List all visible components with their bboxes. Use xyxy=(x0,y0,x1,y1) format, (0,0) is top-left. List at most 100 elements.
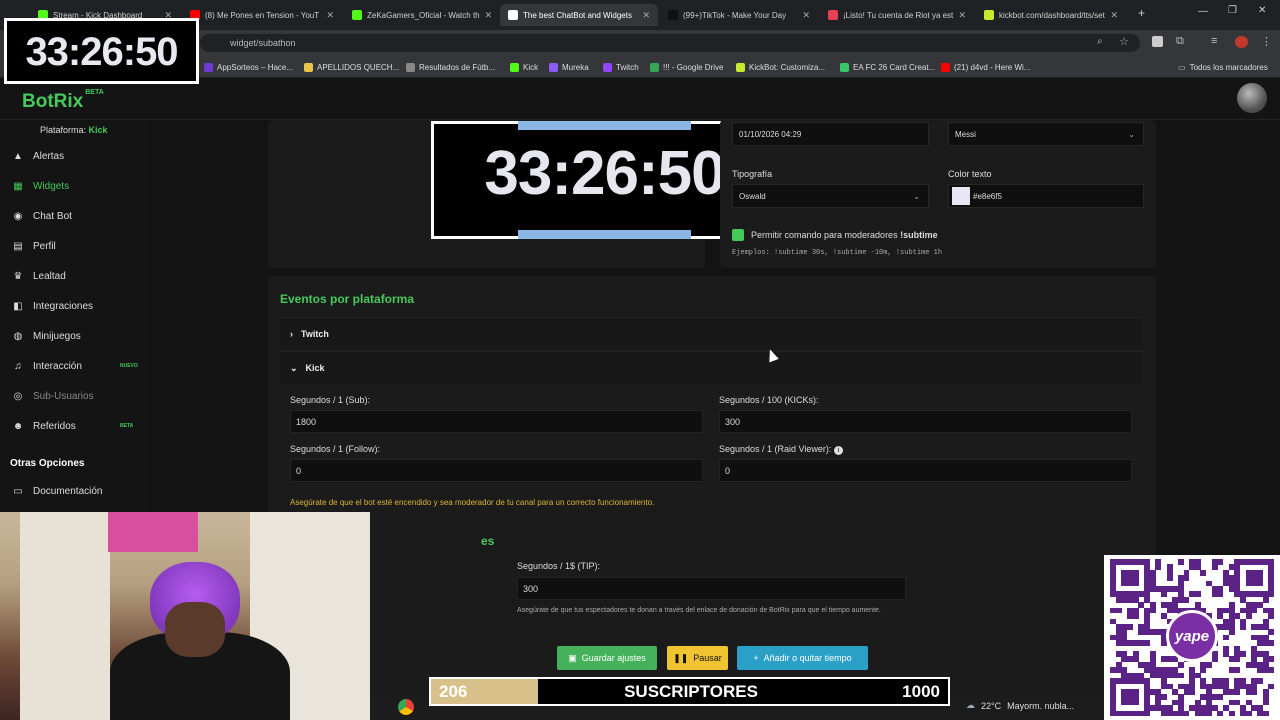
minimize-button[interactable]: — xyxy=(1198,6,1208,17)
qr-module xyxy=(1217,559,1224,565)
follow-seconds-input[interactable]: 0 xyxy=(290,459,703,482)
media-control-icon[interactable]: ≡ xyxy=(1211,35,1217,47)
qr-module xyxy=(1115,607,1122,614)
sidebar-item-label: Alertas xyxy=(33,150,65,162)
goal-title: SUSCRIPTORES xyxy=(624,682,758,701)
profile-avatar-icon[interactable] xyxy=(1235,36,1248,48)
bookmark-item[interactable]: APELLIDOS QUECH... xyxy=(304,60,399,74)
tab-title: kickbot.com/dashboard/tts/set xyxy=(999,10,1105,20)
sidebar-item-badge: NUEVO xyxy=(120,363,138,369)
info-icon[interactable]: i xyxy=(833,446,843,455)
qr-module xyxy=(1149,607,1156,614)
extensions-puzzle-icon[interactable]: ⧉ xyxy=(1176,35,1184,48)
browser-tab[interactable]: ¡Listo! Tu cuenta de Riot ya est ✕ xyxy=(820,4,974,26)
close-tab-icon[interactable]: ✕ xyxy=(326,10,334,21)
bookmark-item[interactable]: Kick xyxy=(510,60,538,74)
browser-tab[interactable]: ZeKaGamers_Oficial - Watch th ✕ xyxy=(344,4,498,26)
close-tab-icon[interactable]: ✕ xyxy=(642,10,650,21)
all-bookmarks-folder[interactable]: ▭ Todos los marcadores xyxy=(1178,60,1268,74)
font-select-value: Oswald xyxy=(739,191,766,201)
bookmark-item[interactable]: Resultados de Fútb... xyxy=(406,60,495,74)
kicks-seconds-input[interactable]: 300 xyxy=(719,410,1132,433)
bookmark-label: Resultados de Fútb... xyxy=(419,62,496,72)
bookmark-label: (21) d4vd - Here Wi... xyxy=(954,62,1031,72)
zoom-icon[interactable]: ⌕ xyxy=(1097,36,1103,47)
end-date-field[interactable]: 01/10/2026 04:29 xyxy=(732,122,929,146)
close-tab-icon[interactable]: ✕ xyxy=(485,10,493,21)
pause-button[interactable]: ❚❚ Pausar xyxy=(667,646,728,670)
tip-seconds-input[interactable]: 300 xyxy=(517,577,906,600)
sidebar-item-lealtad[interactable]: ♛ Lealtad xyxy=(12,267,147,285)
bookmark-item[interactable]: AppSorteos – Hace... xyxy=(204,60,293,74)
sidebar-item-sub-usuarios[interactable]: ◎ Sub-Usuarios xyxy=(12,387,147,405)
close-tab-icon[interactable]: ✕ xyxy=(802,10,810,21)
sidebar-item-interacci-n[interactable]: ♫ Interacción NUEVO xyxy=(12,357,147,375)
sidebar-item-perfil[interactable]: ▤ Perfil xyxy=(12,237,147,255)
sidebar-item-minijuegos[interactable]: ◍ Minijuegos xyxy=(12,327,147,345)
text-color-value: #e8e6f5 xyxy=(973,191,1002,201)
qr-module xyxy=(1194,591,1201,598)
extension-icon[interactable] xyxy=(1152,36,1163,47)
bookmark-item[interactable]: Twitch xyxy=(603,60,639,74)
chrome-taskbar-icon[interactable] xyxy=(398,699,414,715)
sidebar-item-icon: ◉ xyxy=(13,210,23,222)
color-swatch[interactable] xyxy=(952,187,970,205)
close-tab-icon[interactable]: ✕ xyxy=(1110,10,1118,21)
browser-tab[interactable]: kickbot.com/dashboard/tts/set ✕ xyxy=(976,4,1126,26)
mod-command-checkbox[interactable] xyxy=(732,229,744,241)
qr-module xyxy=(1217,694,1224,701)
user-avatar[interactable] xyxy=(1237,83,1267,113)
maximize-button[interactable]: ❐ xyxy=(1228,5,1237,16)
sidebar-item-icon: ▦ xyxy=(13,180,23,192)
accordion-kick[interactable]: ⌄ Kick xyxy=(280,351,1142,384)
tip-note: Asegúrate de que tus espectadores te don… xyxy=(517,607,881,614)
browser-tab[interactable]: The best ChatBot and Widgets ✕ xyxy=(500,4,658,26)
tab-title: The best ChatBot and Widgets xyxy=(523,10,632,20)
messi-select-value: Messi xyxy=(955,129,976,139)
browser-menu-icon[interactable]: ⋮ xyxy=(1261,35,1272,48)
text-color-field[interactable]: #e8e6f5 xyxy=(948,184,1144,208)
weather-widget[interactable]: ☁ 22°C Mayorm. nubla... xyxy=(966,700,1074,711)
botrix-logo[interactable]: BotRix BETA xyxy=(22,89,104,113)
platform-value: Kick xyxy=(88,125,108,135)
bookmark-item[interactable]: EA FC 26 Card Creat... xyxy=(840,60,935,74)
tab-title: ZeKaGamers_Oficial - Watch th xyxy=(367,10,480,20)
preview-top-accent xyxy=(518,121,691,130)
bookmark-label: Mureka xyxy=(562,62,589,72)
url-field[interactable]: widget/subathon xyxy=(200,34,1140,52)
sidebar-item-chat-bot[interactable]: ◉ Chat Bot xyxy=(12,207,147,225)
bookmark-item[interactable]: Mureka xyxy=(549,60,589,74)
sidebar-item-alertas[interactable]: ▲ Alertas xyxy=(12,147,147,165)
close-tab-icon[interactable]: ✕ xyxy=(958,10,966,21)
messi-select[interactable]: Messi ⌄ xyxy=(948,122,1144,146)
sidebar-item-referidos[interactable]: ☻ Referidos BETA xyxy=(12,417,147,435)
accordion-twitch[interactable]: › Twitch xyxy=(280,317,1142,350)
bookmark-item[interactable]: !!! - Google Drive xyxy=(650,60,723,74)
add-remove-time-button[interactable]: + Añadir o quitar tiempo xyxy=(737,646,868,670)
close-window-button[interactable]: ✕ xyxy=(1258,5,1266,16)
sidebar-item-icon: ▤ xyxy=(13,240,23,252)
save-settings-button[interactable]: ▣ Guardar ajustes xyxy=(557,646,657,670)
sidebar-item-icon: ◎ xyxy=(13,390,23,402)
sub-seconds-input[interactable]: 1800 xyxy=(290,410,703,433)
bookmark-favicon-icon xyxy=(941,62,950,72)
sidebar-item-documentation[interactable]: ▭ Documentación xyxy=(12,482,147,500)
qr-module xyxy=(1217,591,1224,598)
sidebar-item-icon: ♫ xyxy=(14,360,22,372)
font-select[interactable]: Oswald ⌄ xyxy=(732,184,929,208)
browser-tab[interactable]: (8) Me Pones en Tension - YouT ✕ xyxy=(182,4,342,26)
events-title: Eventos por plataforma xyxy=(280,292,415,306)
raid-label-row: Segundos / 1 (Raid Viewer): i xyxy=(719,444,843,455)
bookmark-item[interactable]: (21) d4vd - Here Wi... xyxy=(941,60,1030,74)
sidebar-item-label: Perfil xyxy=(33,240,56,252)
sidebar-item-integraciones[interactable]: ◧ Integraciones xyxy=(12,297,147,315)
raid-seconds-input[interactable]: 0 xyxy=(719,459,1132,482)
new-tab-button[interactable]: + xyxy=(1138,6,1145,20)
qr-module xyxy=(1228,710,1235,717)
bookmark-item[interactable]: KickBot: Customiza... xyxy=(736,60,825,74)
sidebar-item-widgets[interactable]: ▦ Widgets xyxy=(12,177,147,195)
browser-tab[interactable]: (99+)TikTok - Make Your Day ✕ xyxy=(660,4,818,26)
qr-module xyxy=(1183,596,1190,603)
donations-title-fragment: es xyxy=(481,534,495,548)
bookmark-star-icon[interactable]: ☆ xyxy=(1119,35,1129,48)
